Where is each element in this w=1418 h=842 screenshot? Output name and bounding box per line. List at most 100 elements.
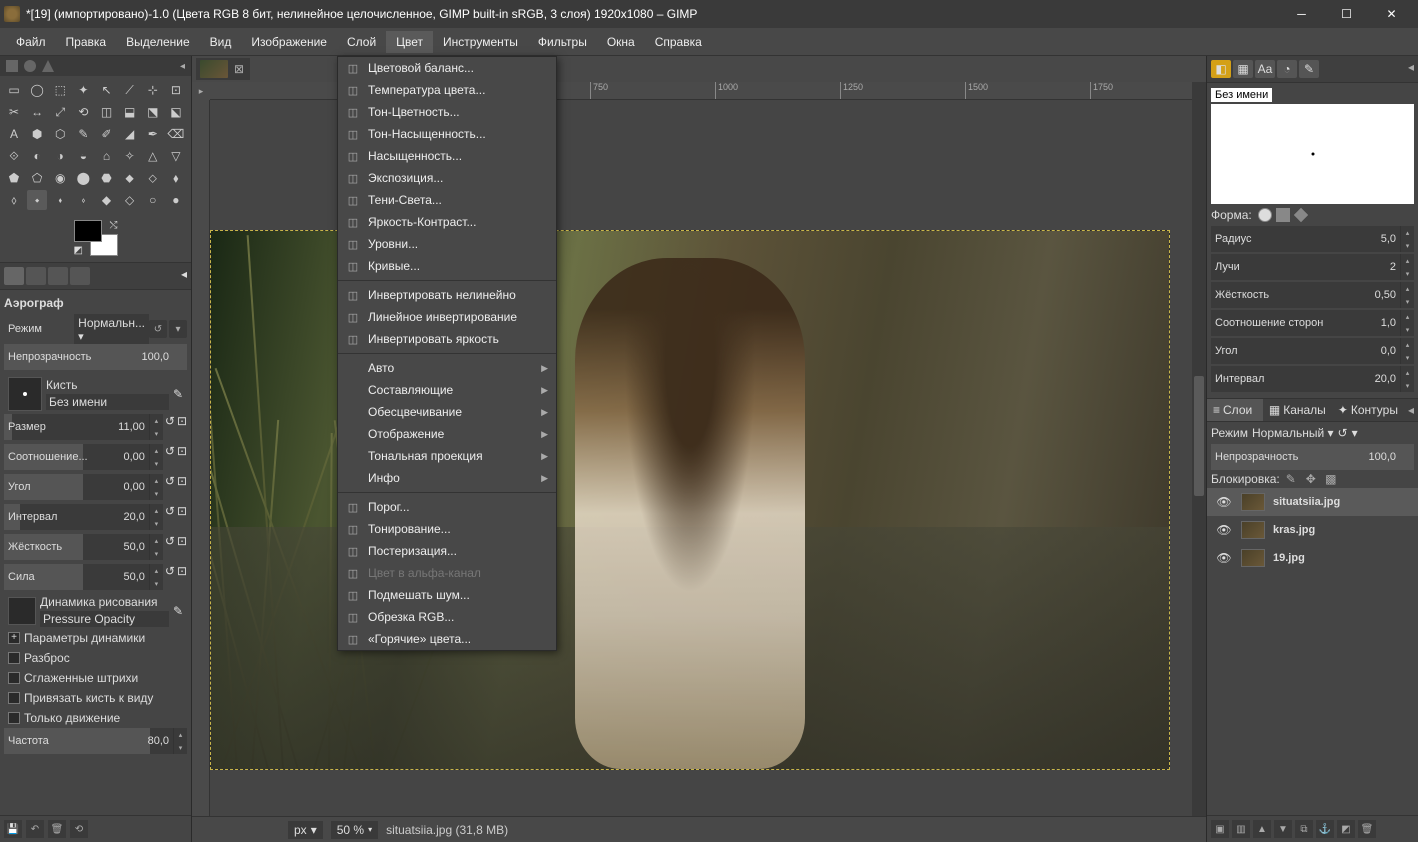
blend-mode-select[interactable]: Нормальн... ▾ <box>74 314 149 345</box>
brush-editor-name[interactable]: Без имени <box>1211 88 1272 102</box>
close-button[interactable]: ✕ <box>1369 0 1414 28</box>
tool-2[interactable]: ⬚ <box>50 80 70 100</box>
menu-слой[interactable]: Слой <box>337 31 386 53</box>
dynamics-thumbnail[interactable] <box>8 597 36 625</box>
paint-tab[interactable]: ✎ <box>1299 60 1319 78</box>
lock-position-icon[interactable]: ✥ <box>1304 472 1318 486</box>
menuitem-rgbclip[interactable]: ◫Обрезка RGB... <box>338 606 556 628</box>
tool-20[interactable]: ✐ <box>97 124 117 144</box>
menuitem-Инфо[interactable]: Инфо▶ <box>338 467 556 489</box>
menuitem-bc[interactable]: ◫Яркость-Контраст... <box>338 211 556 233</box>
checkbox-icon[interactable] <box>8 692 20 704</box>
brushes-tab[interactable]: ◧ <box>1211 60 1231 78</box>
tool-44[interactable]: ◆ <box>97 190 117 210</box>
tool-36[interactable]: ⬣ <box>97 168 117 188</box>
tab-Слои[interactable]: ≡Слои <box>1207 399 1263 421</box>
tool-15[interactable]: ⬕ <box>166 102 186 122</box>
tool-43[interactable]: ⬫ <box>73 190 93 210</box>
tool-5[interactable]: ⟋ <box>120 80 140 100</box>
menuitem-temp[interactable]: ◫Температура цвета... <box>338 79 556 101</box>
tool-22[interactable]: ✒ <box>143 124 163 144</box>
opt-reset-icon[interactable]: ↺ <box>165 444 175 472</box>
tool-29[interactable]: ✧ <box>120 146 140 166</box>
tool-37[interactable]: ⬥ <box>120 168 140 188</box>
checkbox-icon[interactable] <box>8 632 20 644</box>
option-row[interactable]: Жёсткость50,0▴▾ <box>4 534 163 560</box>
brush-Соотношение сторон[interactable]: Соотношение сторон1,0▴▾ <box>1211 310 1414 336</box>
tool-1[interactable]: ◯ <box>27 80 47 100</box>
shape-circle-button[interactable] <box>1258 208 1272 222</box>
tool-7[interactable]: ⊡ <box>166 80 186 100</box>
delete-layer-icon[interactable]: 🗑 <box>1358 820 1376 838</box>
option-row[interactable]: Угол0,00▴▾ <box>4 474 163 500</box>
tool-40[interactable]: ⬨ <box>4 190 24 210</box>
layer-mode-select[interactable]: Нормальный ▾ <box>1252 426 1334 440</box>
menuitem-hue[interactable]: ◫Тон-Цветность... <box>338 101 556 123</box>
merge-layer-icon[interactable]: ⚓ <box>1316 820 1334 838</box>
tool-10[interactable]: ⤢ <box>50 102 70 122</box>
menuitem-tint[interactable]: ◫Тонирование... <box>338 518 556 540</box>
lock-alpha-icon[interactable]: ▩ <box>1324 472 1338 486</box>
menu-вид[interactable]: Вид <box>200 31 242 53</box>
opt-map-icon[interactable]: ⊡ <box>177 504 187 532</box>
tool-34[interactable]: ◉ <box>50 168 70 188</box>
option-row[interactable]: Непрозрачность100,0▴▾ <box>4 344 187 370</box>
tool-38[interactable]: ⬦ <box>143 168 163 188</box>
checkbox-icon[interactable] <box>8 652 20 664</box>
shape-square-button[interactable] <box>1276 208 1290 222</box>
opt-map-icon[interactable]: ⊡ <box>177 474 187 502</box>
unit-select[interactable]: px ▾ <box>288 821 323 839</box>
new-group-icon[interactable]: ▥ <box>1232 820 1250 838</box>
undo-history-tab[interactable] <box>48 267 68 285</box>
menuitem-sat[interactable]: ◫Насыщенность... <box>338 145 556 167</box>
tool-13[interactable]: ⬓ <box>120 102 140 122</box>
layer-item[interactable]: 👁kras.jpg <box>1207 516 1418 544</box>
menu-выделение[interactable]: Выделение <box>116 31 200 53</box>
tool-21[interactable]: ◢ <box>120 124 140 144</box>
tool-4[interactable]: ↖ <box>97 80 117 100</box>
layer-opacity-row[interactable]: Непрозрачность 100,0 ▴▾ <box>1211 444 1414 470</box>
tool-26[interactable]: ◑ <box>50 146 70 166</box>
tool-11[interactable]: ⟲ <box>73 102 93 122</box>
vertical-scrollbar[interactable] <box>1192 82 1206 816</box>
visibility-icon[interactable]: 👁 <box>1215 523 1233 537</box>
tool-41[interactable]: ⬩ <box>27 190 47 210</box>
tool-0[interactable]: ▭ <box>4 80 24 100</box>
opt-reset-icon[interactable]: ↺ <box>165 564 175 592</box>
visibility-icon[interactable]: 👁 <box>1215 495 1233 509</box>
close-tab-icon[interactable]: ⊠ <box>232 62 246 76</box>
tool-options-tab[interactable] <box>4 267 24 285</box>
menuitem-poster[interactable]: ◫Постеризация... <box>338 540 556 562</box>
tool-3[interactable]: ✦ <box>73 80 93 100</box>
lock-pixels-icon[interactable]: ✎ <box>1284 472 1298 486</box>
opt-reset-icon[interactable]: ↺ <box>165 414 175 442</box>
brush-edit-icon[interactable]: ✎ <box>173 387 183 401</box>
layers-config-icon[interactable]: ◂ <box>1404 399 1418 421</box>
maximize-button[interactable]: ☐ <box>1324 0 1369 28</box>
tool-35[interactable]: ⬤ <box>73 168 93 188</box>
right-config-icon[interactable]: ◂ <box>1408 60 1414 78</box>
mode-menu-icon[interactable]: ▾ <box>169 320 187 338</box>
shape-diamond-button[interactable] <box>1294 208 1308 222</box>
check-Параметры динамики[interactable]: Параметры динамики <box>4 628 187 648</box>
brush-Жёсткость[interactable]: Жёсткость0,50▴▾ <box>1211 282 1414 308</box>
patterns-tab[interactable]: ▦ <box>1233 60 1253 78</box>
menu-файл[interactable]: Файл <box>6 31 56 53</box>
opt-reset-icon[interactable]: ↺ <box>165 474 175 502</box>
tool-32[interactable]: ⬟ <box>4 168 24 188</box>
toolbox-config-icon[interactable]: ◂ <box>180 61 185 72</box>
restore-preset-icon[interactable]: ↶ <box>26 820 44 838</box>
reset-preset-icon[interactable]: ⟲ <box>70 820 88 838</box>
option-row[interactable]: Соотношение...0,00▴▾ <box>4 444 163 470</box>
menuitem-vinvert[interactable]: ◫Инвертировать яркость <box>338 328 556 350</box>
check-Сглаженные штрихи[interactable]: Сглаженные штрихи <box>4 668 187 688</box>
opt-map-icon[interactable]: ⊡ <box>177 564 187 592</box>
tool-30[interactable]: △ <box>143 146 163 166</box>
menu-окна[interactable]: Окна <box>597 31 645 53</box>
menuitem-hsl[interactable]: ◫Тон-Насыщенность... <box>338 123 556 145</box>
menu-цвет[interactable]: Цвет <box>386 31 433 53</box>
foreground-color-swatch[interactable] <box>74 220 102 242</box>
tool-19[interactable]: ✎ <box>73 124 93 144</box>
menuitem-balance[interactable]: ◫Цветовой баланс... <box>338 57 556 79</box>
menuitem-invert[interactable]: ◫Инвертировать нелинейно <box>338 284 556 306</box>
